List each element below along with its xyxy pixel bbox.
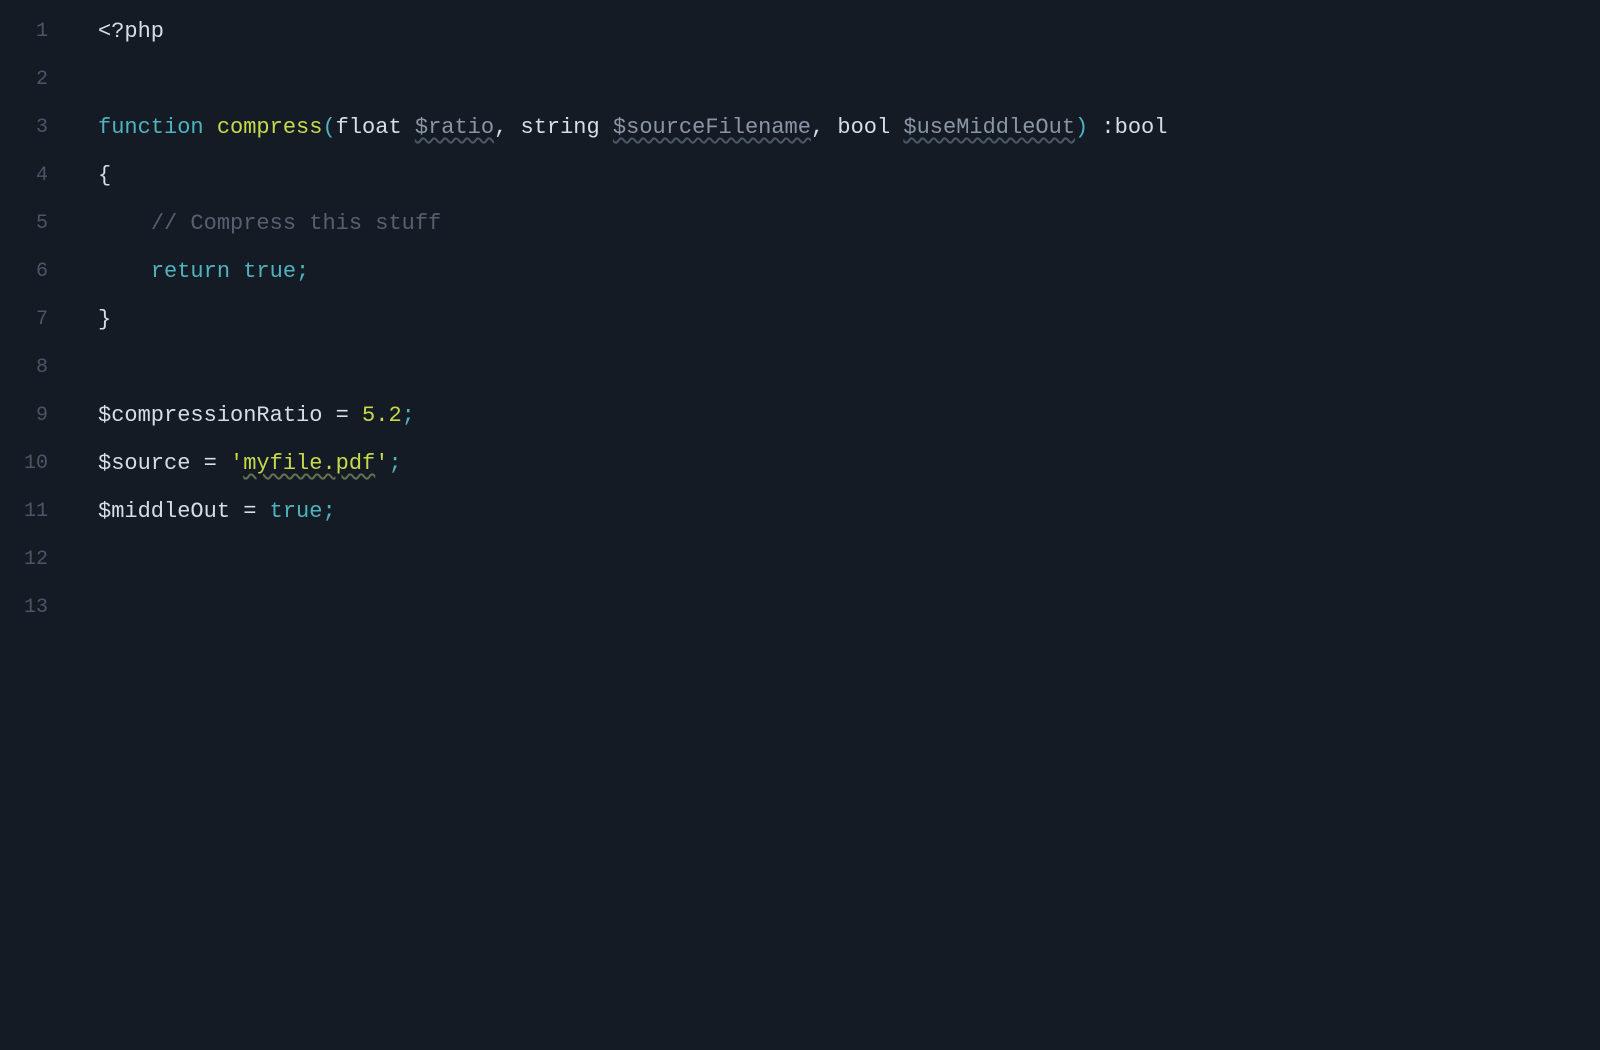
line-number: 4 [0,152,70,200]
return-colon: : [1088,115,1114,140]
string-quote: ' [375,451,388,476]
line-number: 1 [0,8,70,56]
line-number: 9 [0,392,70,440]
indent [98,259,151,284]
param-sourcefilename: $sourceFilename [613,115,811,140]
code-line[interactable]: return true; [98,248,1600,296]
return-type-bool: bool [1115,115,1168,140]
string-quote: ' [230,451,243,476]
paren-open: ( [322,115,335,140]
code-line[interactable]: { [98,152,1600,200]
line-number: 5 [0,200,70,248]
paren-close: ) [1075,115,1088,140]
var-source: $source [98,451,190,476]
comment: // Compress this stuff [151,211,441,236]
assign: = [322,403,362,428]
number-literal: 5.2 [362,403,402,428]
type-float: float [336,115,415,140]
line-number: 3 [0,104,70,152]
bool-true: true [243,259,296,284]
string-literal: myfile.pdf [243,451,375,476]
code-line[interactable]: $source = 'myfile.pdf'; [98,440,1600,488]
code-line[interactable]: } [98,296,1600,344]
keyword-return: return [151,259,243,284]
code-line[interactable]: // Compress this stuff [98,200,1600,248]
type-bool: bool [837,115,903,140]
semicolon: ; [322,499,335,524]
code-line[interactable] [98,536,1600,584]
code-line[interactable]: $middleOut = true; [98,488,1600,536]
code-line[interactable]: function compress(float $ratio, string $… [98,104,1600,152]
code-line[interactable] [98,56,1600,104]
semicolon: ; [402,403,415,428]
semicolon: ; [296,259,309,284]
line-number: 12 [0,536,70,584]
code-line-current[interactable] [98,584,1600,632]
line-number: 10 [0,440,70,488]
var-middleout: $middleOut [98,499,230,524]
code-line[interactable]: $compressionRatio = 5.2; [98,392,1600,440]
type-string: string [521,115,613,140]
param-usemiddleout: $useMiddleOut [903,115,1075,140]
brace-open: { [98,163,111,188]
indent [98,211,151,236]
keyword-function: function [98,115,217,140]
line-number: 13 [0,584,70,632]
brace-close: } [98,307,111,332]
line-number: 8 [0,344,70,392]
bool-true: true [270,499,323,524]
line-number: 11 [0,488,70,536]
code-line[interactable] [98,344,1600,392]
function-name: compress [217,115,323,140]
var-compressionratio: $compressionRatio [98,403,322,428]
param-ratio: $ratio [415,115,494,140]
code-area[interactable]: <?php function compress(float $ratio, st… [70,0,1600,1050]
code-line[interactable]: <?php [98,8,1600,56]
code-editor[interactable]: 1 2 3 4 5 6 7 8 9 10 11 12 13 <?php func… [0,0,1600,1050]
line-number: 2 [0,56,70,104]
line-number: 7 [0,296,70,344]
comma: , [811,115,837,140]
semicolon: ; [388,451,401,476]
assign: = [230,499,270,524]
line-number: 6 [0,248,70,296]
assign: = [190,451,230,476]
line-number-gutter: 1 2 3 4 5 6 7 8 9 10 11 12 13 [0,0,70,1050]
php-open-tag: <?php [98,19,164,44]
comma: , [494,115,520,140]
